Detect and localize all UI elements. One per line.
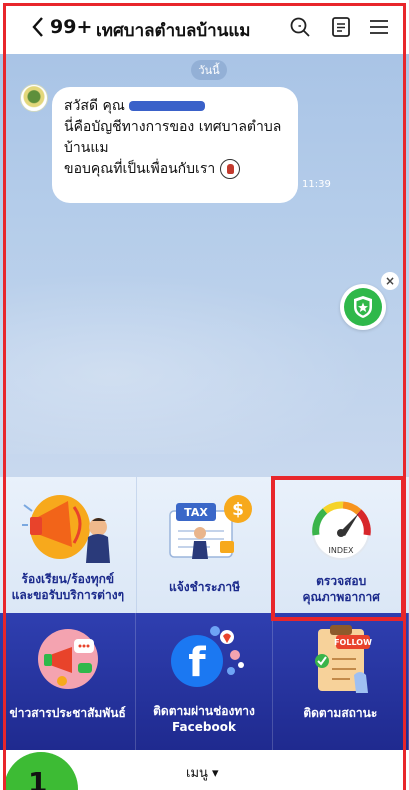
redacted-name xyxy=(128,101,205,111)
unread-count: 99+ xyxy=(50,16,93,38)
complaint-label-2: และขอรับบริการต่างๆ xyxy=(11,588,125,602)
svg-text:f: f xyxy=(188,640,206,686)
message-line-4: ขอบคุณที่เป็นเพื่อนกับเรา xyxy=(64,161,216,177)
date-chip: วันนี้ xyxy=(191,60,227,80)
chat-title: เทศบาลตำบลบ้านแม xyxy=(96,21,251,41)
rich-menu-bottom-row: ข่าวสารประชาสัมพันธ์ f ติดตามผ่านช่องทาง… xyxy=(0,613,409,750)
news-label: ข่าวสารประชาสัมพันธ์ xyxy=(9,706,126,720)
wai-emoji-icon xyxy=(219,159,240,179)
tax-label: แจ้งชำระภาษี xyxy=(169,580,240,594)
note-icon[interactable] xyxy=(330,16,352,38)
facebook-menu-item[interactable]: f ติดตามผ่านช่องทาง Facebook xyxy=(136,613,273,750)
facebook-icon: f xyxy=(170,626,244,687)
message-line-2: นี่คือบัญชีทางการของ เทศบาลตำบล xyxy=(64,119,282,135)
megaphone-icon xyxy=(21,495,110,563)
step-number: 1 xyxy=(28,766,48,790)
avatar[interactable] xyxy=(20,84,48,112)
chat-area[interactable]: วันนี้ สวัสดี คุณ นี่คือบัญชีทางการของ เ… xyxy=(0,54,409,477)
follow-text: FOLLOW xyxy=(334,638,372,647)
back-button[interactable] xyxy=(28,14,48,40)
news-menu-item[interactable]: ข่าวสารประชาสัมพันธ์ xyxy=(0,613,137,750)
rich-menu-top-row: ร้องเรียน/ร้องทุกข์ และขอรับบริการต่างๆ … xyxy=(0,477,409,613)
air-quality-menu-item[interactable]: INDEX ตรวจสอบ คุณภาพอากาศ xyxy=(273,477,409,613)
air-quality-label-1: ตรวจสอบ xyxy=(316,574,367,588)
follow-status-menu-item[interactable]: FOLLOW ติดตามสถานะ xyxy=(273,613,409,750)
clipboard-follow-icon: FOLLOW xyxy=(315,625,372,693)
facebook-label-1: ติดตามผ่านช่องทาง xyxy=(153,704,255,718)
shield-close-button[interactable]: × xyxy=(381,272,399,290)
hamburger-menu-icon[interactable] xyxy=(368,16,390,38)
tax-payment-menu-item[interactable]: TAX $ แจ้งชำระภาษี xyxy=(137,477,274,613)
tax-text: TAX xyxy=(184,506,208,519)
background-cloud xyxy=(0,254,409,454)
complaint-menu-item[interactable]: ร้องเรียน/ร้องทุกข์ และขอรับบริการต่างๆ xyxy=(0,477,137,613)
search-icon[interactable] xyxy=(289,16,311,38)
message-time: 11:39 xyxy=(302,179,331,190)
air-quality-label-2: คุณภาพอากาศ xyxy=(302,590,380,604)
news-megaphone-icon xyxy=(37,629,98,689)
svg-text:$: $ xyxy=(232,500,244,520)
index-text: INDEX xyxy=(329,546,355,555)
menu-toggle[interactable]: เมนู ▾ xyxy=(186,762,219,783)
tax-icon: TAX $ xyxy=(168,495,252,559)
message-line-3: บ้านแม xyxy=(64,140,109,156)
chevron-left-icon xyxy=(32,17,43,37)
complaint-label-1: ร้องเรียน/ร้องทุกข์ xyxy=(21,572,115,586)
message-bubble[interactable]: สวัสดี คุณ นี่คือบัญชีทางการของ เทศบาลตำ… xyxy=(52,87,298,203)
message-line-1: สวัสดี คุณ xyxy=(64,98,125,114)
shield-icon xyxy=(344,288,382,326)
chat-header: 99+ เทศบาลตำบลบ้านแม xyxy=(0,0,409,54)
facebook-label-2: Facebook xyxy=(172,720,236,734)
follow-status-label: ติดตามสถานะ xyxy=(303,706,378,720)
air-quality-gauge-icon: INDEX xyxy=(312,501,371,560)
shield-button[interactable] xyxy=(340,284,386,330)
